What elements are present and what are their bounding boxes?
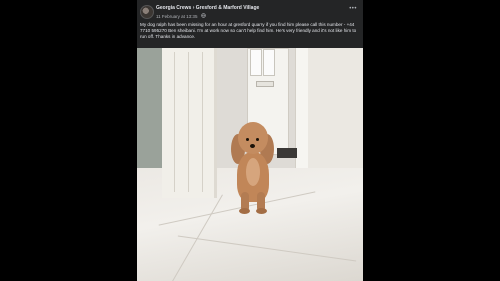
photo-doormat [277,148,297,158]
facebook-post: Georgia Crews › Gresford & Marford Villa… [137,0,363,281]
post-timestamp[interactable]: 11 February at 13:35 [156,14,197,19]
photo-door-panel [188,52,194,192]
post-photo[interactable] [137,48,363,281]
dog-nose [250,144,255,148]
arrow-icon: › [192,5,195,11]
photo-door-glass-left [250,49,262,76]
globe-icon [200,13,206,19]
photo-dog [229,120,277,215]
dog-chest [246,158,260,186]
photo-door-panel [174,52,180,192]
post-title: Georgia Crews › Gresford & Marford Villa… [156,5,259,11]
author-name[interactable]: Georgia Crews [156,5,191,11]
photo-letterbox [256,81,274,87]
dog-eye-right [256,138,259,141]
post-header: Georgia Crews › Gresford & Marford Villa… [137,0,363,22]
more-options-icon[interactable]: ••• [349,6,357,12]
author-avatar[interactable] [140,5,154,19]
photo-tile-line [172,194,223,281]
photo-tile-line [177,235,357,262]
photo-door-left [162,48,217,198]
photo-door-glass-right [263,49,275,76]
group-name[interactable]: Gresford & Marford Village [196,5,260,11]
post-text: My dog ralph has been missing for an hou… [140,22,357,40]
post-meta: 11 February at 13:35 [156,13,206,19]
dog-eye-left [246,138,249,141]
photo-door-panel [202,52,208,192]
dog-paw-right [256,208,267,214]
dog-paw-left [239,208,250,214]
dog-head [238,122,268,154]
